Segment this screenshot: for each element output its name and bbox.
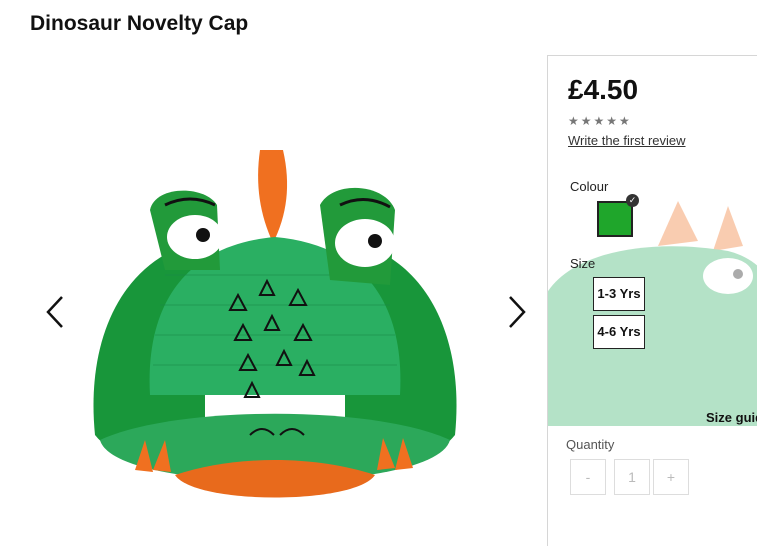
size-option-1-3[interactable]: 1-3 Yrs — [593, 277, 645, 311]
rating-stars: ★★★★★ — [568, 114, 632, 128]
product-title: Dinosaur Novelty Cap — [30, 12, 249, 35]
quantity-decrease-button[interactable]: - — [570, 459, 606, 495]
check-icon: ✓ — [626, 194, 639, 207]
chevron-right-icon — [509, 296, 526, 328]
size-option-4-6[interactable]: 4-6 Yrs — [593, 315, 645, 349]
quantity-label: Quantity — [566, 437, 615, 452]
colour-swatch-green[interactable] — [597, 201, 633, 237]
write-review-link[interactable]: Write the first review — [568, 133, 686, 148]
next-image-button[interactable] — [502, 292, 532, 332]
previous-image-button[interactable] — [40, 292, 70, 332]
size-guide-link[interactable]: Size guide — [706, 410, 757, 425]
quantity-increase-button[interactable]: + — [653, 459, 689, 495]
price: £4.50 — [568, 74, 639, 105]
colour-label: Colour — [570, 179, 609, 194]
dinosaur-cap-image — [93, 150, 457, 498]
quantity-value[interactable]: 1 — [614, 459, 650, 495]
chevron-left-icon — [46, 296, 63, 328]
purchase-panel: £4.50 ★★★★★ Write the first review Colou… — [547, 55, 757, 546]
size-label: Size — [570, 256, 596, 271]
